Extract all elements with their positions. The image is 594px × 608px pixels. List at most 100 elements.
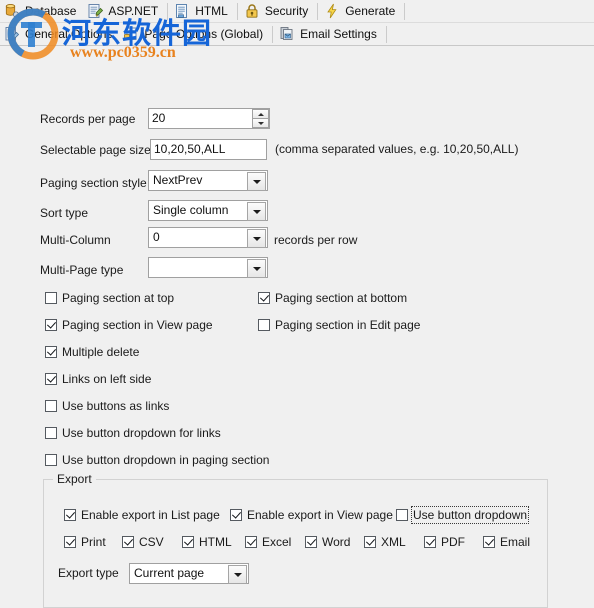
chevron-down-icon (257, 121, 264, 125)
multi-page-type-row: Multi-Page type (40, 260, 148, 280)
page-options-icon (124, 27, 137, 40)
toolbar-item-html-label: HTML (195, 4, 228, 18)
checkbox-paging-section-edit[interactable]: Paging section in Edit page (258, 317, 420, 333)
export-type-dropdown-button[interactable] (228, 565, 247, 584)
checkbox-export-use-button-dropdown-label: Use button dropdown (410, 506, 530, 524)
checkbox-format-email-box[interactable] (483, 536, 495, 548)
chevron-down-icon (252, 209, 261, 214)
records-per-page-spin-down[interactable] (252, 118, 269, 128)
sort-type-row: Sort type (40, 203, 148, 223)
selectable-page-sizes-label: Selectable page sizes (40, 143, 157, 157)
checkbox-paging-section-top[interactable]: Paging section at top (45, 290, 174, 306)
toolbar-item-html[interactable]: HTML (170, 1, 235, 21)
sort-type-label: Sort type (40, 206, 89, 220)
checkbox-dropdown-paging-section-box[interactable] (45, 454, 57, 466)
checkbox-format-print-label: Print (81, 535, 106, 549)
checkbox-format-html-box[interactable] (182, 536, 194, 548)
checkbox-format-xml[interactable]: XML (364, 534, 406, 550)
pencil-document-icon (5, 27, 20, 41)
checkbox-enable-export-view-page-label: Enable export in View page (247, 508, 393, 522)
toolbar-item-general-options-label: General Options (25, 27, 113, 41)
export-type-value: Current page (134, 566, 205, 580)
checkbox-format-word[interactable]: Word (305, 534, 350, 550)
multi-page-type-label: Multi-Page type (40, 263, 124, 277)
checkbox-dropdown-for-links-box[interactable] (45, 427, 57, 439)
checkbox-paging-section-bottom-box[interactable] (258, 292, 270, 304)
email-settings-icon (280, 27, 293, 40)
checkbox-format-excel[interactable]: Excel (245, 534, 291, 550)
checkbox-format-html[interactable]: HTML (182, 534, 232, 550)
toolbar-item-database[interactable]: Database (0, 1, 83, 21)
toolbar-separator-2 (236, 2, 238, 20)
checkbox-paging-section-edit-box[interactable] (258, 319, 270, 331)
aspnet-document-icon (88, 4, 104, 18)
checkbox-enable-export-view-page[interactable]: Enable export in View page (230, 507, 393, 523)
checkbox-dropdown-for-links[interactable]: Use button dropdown for links (45, 425, 221, 441)
sort-type-value: Single column (153, 203, 229, 217)
checkbox-paging-section-top-label: Paging section at top (62, 291, 175, 305)
checkbox-format-pdf-box[interactable] (424, 536, 436, 548)
checkbox-paging-section-view[interactable]: Paging section in View page (45, 317, 213, 333)
checkbox-paging-section-top-box[interactable] (45, 292, 57, 304)
toolbar-item-generate[interactable]: Generate (320, 1, 402, 21)
export-type-select[interactable]: Current page (129, 563, 249, 584)
checkbox-multiple-delete-box[interactable] (45, 346, 57, 358)
toolbar-item-security-label: Security (264, 4, 309, 18)
checkbox-paging-section-view-box[interactable] (45, 319, 57, 331)
toolbar-item-database-label: Database (25, 4, 77, 18)
sort-type-select[interactable]: Single column (148, 200, 268, 221)
toolbar-item-security[interactable]: Security (240, 1, 315, 21)
checkbox-buttons-as-links[interactable]: Use buttons as links (45, 398, 169, 414)
sub-toolbar-separator-2 (385, 25, 387, 43)
checkbox-export-use-button-dropdown[interactable]: Use button dropdown (396, 506, 530, 524)
records-per-page-stepper[interactable]: 20 (148, 108, 270, 129)
paging-section-style-dropdown-button[interactable] (247, 172, 266, 191)
checkbox-links-left-side-box[interactable] (45, 373, 57, 385)
records-per-page-row: Records per page (40, 109, 148, 129)
toolbar-item-general-options[interactable]: General Options (0, 24, 119, 44)
checkbox-export-use-button-dropdown-box[interactable] (396, 509, 408, 521)
checkbox-format-excel-box[interactable] (245, 536, 257, 548)
checkbox-buttons-as-links-box[interactable] (45, 400, 57, 412)
toolbar-separator-1 (167, 2, 169, 20)
multi-column-dropdown-button[interactable] (247, 229, 266, 248)
checkbox-enable-export-view-page-box[interactable] (230, 509, 242, 521)
checkbox-enable-export-list-page-box[interactable] (64, 509, 76, 521)
checkbox-enable-export-list-page[interactable]: Enable export in List page (64, 507, 220, 523)
multi-page-type-dropdown-button[interactable] (247, 259, 266, 278)
multi-column-suffix-label: records per row (274, 233, 358, 247)
checkbox-format-pdf-label: PDF (441, 535, 465, 549)
checkbox-format-pdf[interactable]: PDF (424, 534, 465, 550)
checkbox-format-print[interactable]: Print (64, 534, 106, 550)
selectable-page-sizes-row: Selectable page sizes (40, 140, 157, 160)
records-per-page-spin-up[interactable] (252, 109, 269, 118)
multi-page-type-select[interactable] (148, 257, 268, 278)
checkbox-dropdown-paging-section[interactable]: Use button dropdown in paging section (45, 452, 269, 468)
checkbox-format-print-box[interactable] (64, 536, 76, 548)
checkbox-paging-section-bottom-label: Paging section at bottom (275, 291, 408, 305)
chevron-down-icon (252, 236, 261, 241)
records-per-page-spin-buttons[interactable] (252, 109, 269, 128)
sub-toolbar-separator (272, 25, 274, 43)
checkbox-paging-section-bottom[interactable]: Paging section at bottom (258, 290, 407, 306)
checkbox-format-csv[interactable]: CSV (122, 534, 164, 550)
multi-column-select[interactable]: 0 (148, 227, 268, 248)
checkbox-multiple-delete-label: Multiple delete (62, 345, 140, 359)
sort-type-dropdown-button[interactable] (247, 202, 266, 221)
checkbox-multiple-delete[interactable]: Multiple delete (45, 344, 139, 360)
selectable-page-sizes-input[interactable]: 10,20,50,ALL (150, 139, 267, 160)
checkbox-links-left-side[interactable]: Links on left side (45, 371, 151, 387)
checkbox-format-xml-box[interactable] (364, 536, 376, 548)
multi-column-value: 0 (153, 230, 160, 244)
multi-column-label: Multi-Column (40, 233, 111, 247)
checkbox-format-csv-label: CSV (139, 535, 164, 549)
toolbar-item-email-settings[interactable]: Email Settings (275, 24, 384, 44)
toolbar-item-aspnet[interactable]: ASP.NET (83, 1, 165, 21)
records-per-page-label: Records per page (40, 112, 136, 126)
checkbox-format-word-box[interactable] (305, 536, 317, 548)
paging-section-style-select[interactable]: NextPrev (148, 170, 268, 191)
toolbar-item-aspnet-label: ASP.NET (108, 4, 159, 18)
toolbar-item-page-options[interactable]: Page Options (Global) (119, 24, 270, 44)
checkbox-format-email[interactable]: Email (483, 534, 530, 550)
checkbox-format-csv-box[interactable] (122, 536, 134, 548)
